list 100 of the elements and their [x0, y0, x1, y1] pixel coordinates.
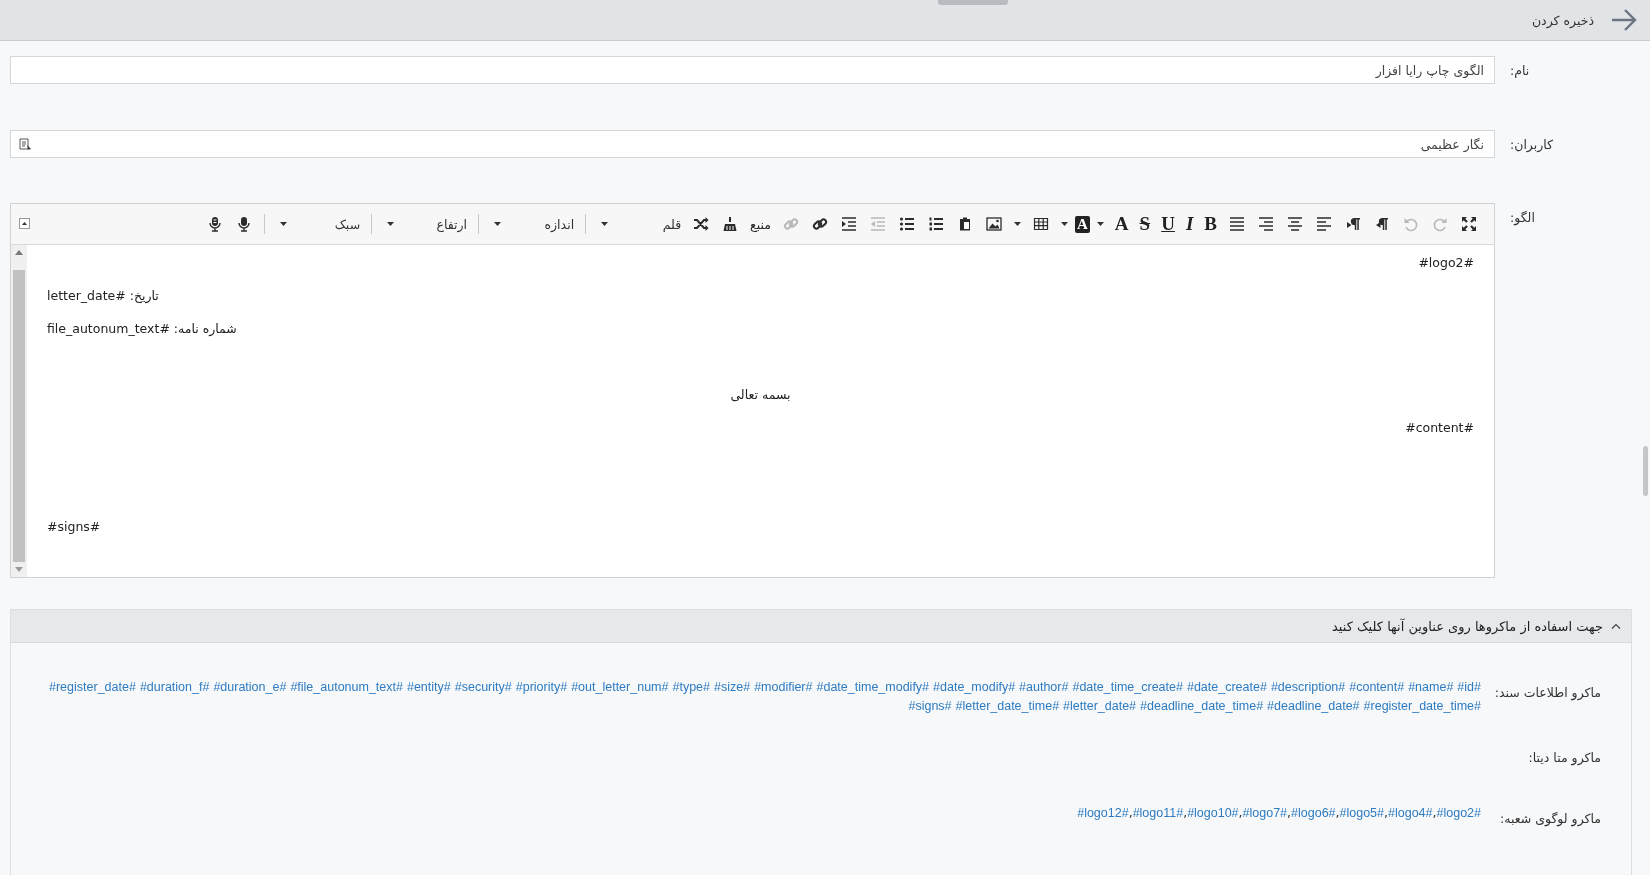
- macro-link[interactable]: #file_autonum_text#: [290, 679, 403, 695]
- macro-link[interactable]: #author#: [1019, 679, 1069, 695]
- paragraph-rtl-icon[interactable]: [1374, 216, 1390, 232]
- strikethrough-button[interactable]: S: [1135, 214, 1155, 234]
- macro-link[interactable]: #logo4#: [1388, 805, 1433, 821]
- macro-link[interactable]: #duration_e#: [213, 679, 287, 695]
- field-label: کاربران:: [1510, 137, 1554, 152]
- back-arrow-icon[interactable]: [1610, 8, 1638, 32]
- macro-link[interactable]: #date_time_modify#: [816, 679, 930, 695]
- comma: ,: [1238, 805, 1243, 821]
- drag-handle[interactable]: [938, 0, 1008, 5]
- caret-icon[interactable]: [494, 222, 502, 226]
- save-button[interactable]: ذخیره کردن: [1529, 8, 1596, 32]
- macro-link[interactable]: #signs#: [908, 698, 952, 714]
- image-icon[interactable]: [986, 216, 1002, 232]
- macro-link[interactable]: #priority#: [515, 679, 568, 695]
- comma: ,: [1432, 805, 1437, 821]
- macro-link[interactable]: #date_time_create#: [1072, 679, 1183, 695]
- comma: ,: [1183, 805, 1188, 821]
- comma: ,: [1384, 805, 1388, 821]
- numbered-list-icon[interactable]: [928, 216, 944, 232]
- dropdown-button[interactable]: سبک: [272, 216, 365, 232]
- macro-link[interactable]: #description#: [1270, 679, 1346, 695]
- dropdown-button[interactable]: ارتفاع: [379, 216, 472, 232]
- macro-link[interactable]: #logo2#: [1436, 805, 1481, 821]
- macro-label: ماکرو لوگوی شعبه:: [1500, 811, 1601, 826]
- text-color-button[interactable]: A: [1110, 214, 1133, 234]
- macro-label: ماکرو متا دیتا:: [1528, 750, 1601, 765]
- macro-link[interactable]: #date_modify#: [933, 679, 1016, 695]
- comma: ,: [1287, 805, 1292, 821]
- underline-button[interactable]: U: [1157, 214, 1179, 234]
- document-text: #content#: [1405, 420, 1474, 435]
- macro-link[interactable]: #security#: [454, 679, 512, 695]
- comma: ,: [1128, 805, 1133, 821]
- chevron-icon[interactable]: [1611, 623, 1621, 629]
- list-picker-icon[interactable]: [19, 138, 32, 151]
- indent-icon[interactable]: [841, 216, 857, 232]
- macro-link[interactable]: #letter_date#: [1063, 698, 1137, 714]
- macro-link[interactable]: #size#: [714, 679, 751, 695]
- macro-link[interactable]: #logo7#: [1242, 805, 1288, 821]
- macro-link[interactable]: #logo11#: [1132, 805, 1184, 821]
- caret-icon[interactable]: [1096, 222, 1104, 226]
- source-button[interactable]: منبع: [746, 216, 775, 232]
- document-text: #logo2#: [1418, 255, 1474, 270]
- caret-icon[interactable]: [387, 222, 395, 226]
- dropdown-button[interactable]: قلم: [593, 216, 686, 232]
- bold-button[interactable]: B: [1200, 214, 1221, 234]
- macro-link[interactable]: #logo10#: [1187, 805, 1239, 821]
- macro-panel-title: جهت اسفاده از ماکروها روی عناوین آنها کلیک کنید: [1331, 618, 1603, 634]
- align-right-icon[interactable]: [1258, 216, 1274, 232]
- clipboard-icon[interactable]: [957, 216, 973, 232]
- paragraph-ltr-icon[interactable]: [1345, 216, 1361, 232]
- caret-icon[interactable]: [1014, 222, 1021, 226]
- caret-icon[interactable]: [601, 222, 609, 226]
- bullet-list-icon[interactable]: [899, 216, 915, 232]
- macro-link[interactable]: #entity#: [406, 679, 451, 695]
- macro-link[interactable]: #id#: [1457, 679, 1481, 695]
- field-label: الگو:: [1510, 210, 1535, 225]
- align-left-icon[interactable]: [1316, 216, 1332, 232]
- document-text: بسمه تعالی: [730, 387, 791, 402]
- document-text: شماره نامه: #file_autonum_text: [47, 321, 237, 336]
- macro-link[interactable]: #logo6#: [1291, 805, 1336, 821]
- macro-link[interactable]: #letter_date_time#: [955, 698, 1060, 714]
- justify-icon[interactable]: [1229, 216, 1245, 232]
- macro-link[interactable]: #content#: [1349, 679, 1405, 695]
- shuffle-icon[interactable]: [693, 216, 710, 232]
- dropdown-button[interactable]: اندازه: [486, 216, 579, 232]
- scrollbar-thumb[interactable]: [1643, 446, 1648, 496]
- macro-link[interactable]: #register_date#: [49, 679, 136, 695]
- italic-button[interactable]: I: [1181, 214, 1198, 234]
- align-center-icon[interactable]: [1287, 216, 1303, 232]
- macro-link[interactable]: #register_date_time#: [1363, 698, 1481, 714]
- macro-link[interactable]: #modifier#: [754, 679, 813, 695]
- macro-link[interactable]: #logo12#: [1077, 805, 1129, 821]
- table-icon[interactable]: [1033, 216, 1049, 232]
- macro-link[interactable]: #duration_f#: [139, 679, 210, 695]
- microphone-icon[interactable]: [236, 216, 253, 232]
- background-color-button[interactable]: A: [1075, 215, 1090, 233]
- macro-link[interactable]: #deadline_date#: [1267, 698, 1360, 714]
- name-field[interactable]: الگوی چاپ رایا افزار: [10, 56, 1495, 84]
- macro-link[interactable]: #deadline_date_time#: [1140, 698, 1264, 714]
- macro-link[interactable]: #date_create#: [1186, 679, 1267, 695]
- caret-icon[interactable]: [1061, 222, 1068, 226]
- macro-label: ماکرو اطلاعات سند:: [1494, 685, 1601, 700]
- link-icon[interactable]: [812, 216, 828, 232]
- scroll-up-icon[interactable]: [15, 250, 23, 255]
- field-label: نام:: [1510, 63, 1530, 78]
- macro-link[interactable]: #type#: [672, 679, 710, 695]
- users-field[interactable]: نگار عظیمی: [10, 130, 1495, 158]
- macro-link[interactable]: #out_letter_num#: [571, 679, 669, 695]
- document-text: #signs#: [47, 519, 101, 534]
- fullscreen-icon[interactable]: [1461, 216, 1477, 232]
- microphone-icon[interactable]: [207, 216, 224, 232]
- macro-link[interactable]: #name#: [1408, 679, 1454, 695]
- macro-link[interactable]: #logo5#: [1339, 805, 1385, 821]
- caret-icon[interactable]: [280, 222, 288, 226]
- collapse-icon[interactable]: [19, 218, 30, 229]
- scrollbar[interactable]: [11, 245, 27, 577]
- broom-icon[interactable]: [722, 216, 739, 232]
- macro-panel-header[interactable]: جهت اسفاده از ماکروها روی عناوین آنها کلیک کنید: [11, 610, 1631, 643]
